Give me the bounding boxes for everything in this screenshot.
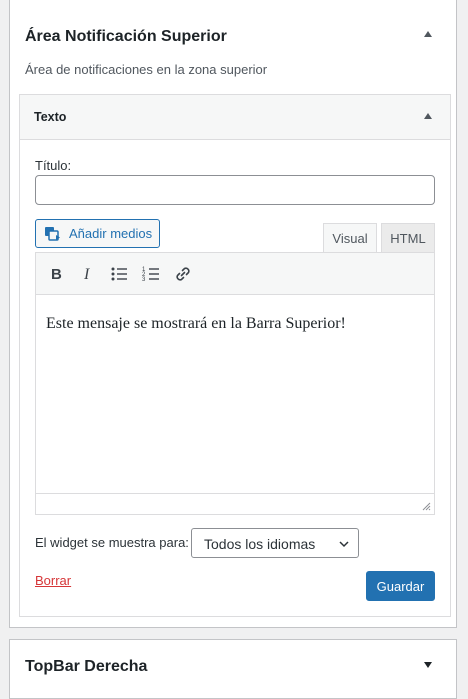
add-media-button[interactable]: Añadir medios: [35, 219, 160, 248]
language-label: El widget se muestra para:: [35, 535, 189, 550]
numbered-list-icon[interactable]: 1 2 3: [141, 264, 161, 284]
text-widget-header[interactable]: Texto: [20, 95, 450, 140]
editor-content[interactable]: Este mensaje se mostrará en la Barra Sup…: [46, 315, 346, 333]
svg-text:I: I: [83, 266, 90, 283]
add-media-label: Añadir medios: [69, 226, 153, 241]
title-input[interactable]: [35, 175, 435, 205]
media-icon: [45, 227, 60, 241]
link-icon[interactable]: [173, 264, 193, 284]
collapse-arrow-icon[interactable]: [424, 113, 432, 119]
bullet-list-icon[interactable]: [109, 264, 129, 284]
widget-area-title[interactable]: Área Notificación Superior: [25, 28, 227, 46]
resize-handle-icon[interactable]: [421, 501, 431, 511]
tab-visual[interactable]: Visual: [323, 223, 377, 253]
topbar-right-title[interactable]: TopBar Derecha: [25, 658, 147, 676]
text-widget: Texto Título: Añadir medios Visual HTML …: [19, 94, 451, 617]
delete-link[interactable]: Borrar: [35, 573, 71, 588]
topbar-right-panel: TopBar Derecha: [9, 639, 457, 699]
svg-text:3: 3: [142, 277, 146, 283]
editor-statusbar: [36, 493, 434, 514]
language-select-value: Todos los idiomas: [204, 536, 316, 552]
rich-text-editor[interactable]: B I 1 2 3 Este mensaje se mostrará en la…: [35, 252, 435, 515]
save-button[interactable]: Guardar: [366, 571, 435, 601]
chevron-down-icon: [339, 541, 349, 548]
language-select[interactable]: Todos los idiomas: [191, 528, 359, 558]
widget-area-panel: Área Notificación Superior Área de notif…: [9, 0, 457, 628]
collapse-arrow-icon[interactable]: [424, 31, 432, 37]
italic-icon[interactable]: I: [77, 264, 97, 284]
tab-html[interactable]: HTML: [381, 223, 435, 253]
widget-area-description: Área de notificaciones en la zona superi…: [25, 62, 268, 77]
svg-text:B: B: [51, 266, 62, 283]
editor-toolbar: B I 1 2 3: [36, 253, 434, 295]
text-widget-title[interactable]: Texto: [34, 110, 66, 124]
title-label: Título:: [35, 158, 72, 173]
expand-arrow-icon[interactable]: [424, 662, 432, 668]
bold-icon[interactable]: B: [45, 264, 65, 284]
